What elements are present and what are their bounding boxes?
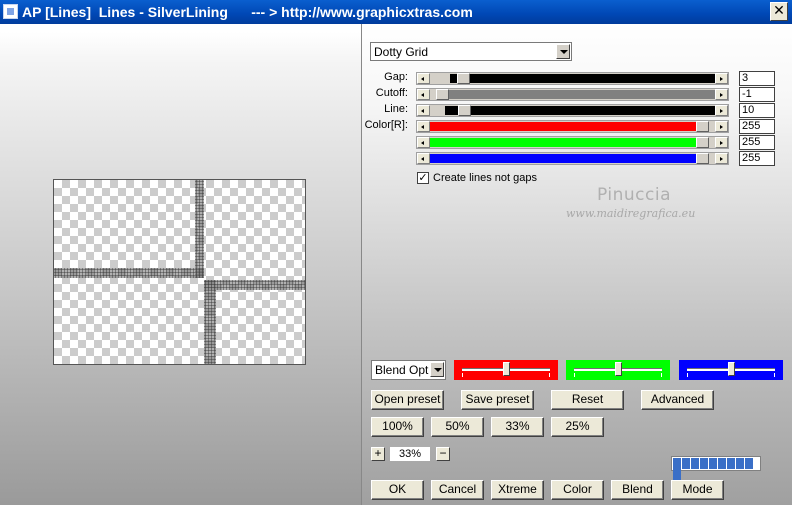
preview-line-vertical-top xyxy=(195,180,204,278)
param-slider[interactable] xyxy=(416,104,729,117)
chevron-down-icon[interactable] xyxy=(556,44,570,59)
arrow-left-icon[interactable] xyxy=(417,137,430,148)
param-value-field[interactable]: 255 xyxy=(739,119,775,134)
zoom-100-button[interactable]: 100% xyxy=(371,417,424,437)
preset-dropdown-value: Dotty Grid xyxy=(374,45,429,59)
open-preset-button[interactable]: Open preset xyxy=(371,390,444,410)
slider-fill xyxy=(430,138,696,147)
title-bar: AP [Lines] Lines - SilverLining --- > ht… xyxy=(0,0,792,24)
watermark-name: Pinuccia xyxy=(597,185,671,205)
arrow-right-icon[interactable] xyxy=(715,73,728,84)
blend-color-slider[interactable] xyxy=(679,360,783,380)
progress-segment xyxy=(718,458,726,469)
controls-pane: Dotty Grid Gap: 3 Cutoff: -1 Line: 10 Color[R]… xyxy=(361,24,792,505)
zoom-out-button[interactable]: − xyxy=(436,447,450,461)
progress-segment xyxy=(709,458,717,469)
zoom-50-button[interactable]: 50% xyxy=(431,417,484,437)
slider-thumb[interactable] xyxy=(436,89,449,100)
slider-thumb[interactable] xyxy=(696,137,709,148)
param-label: Gap: xyxy=(384,71,408,83)
slider-fill xyxy=(430,154,696,163)
progress-segment xyxy=(682,458,690,469)
arrow-right-icon[interactable] xyxy=(715,105,728,116)
slider-thumb[interactable] xyxy=(457,73,470,84)
preview-canvas[interactable] xyxy=(53,179,306,365)
blend-options-value: Blend Optio xyxy=(375,363,429,377)
slider-thumb[interactable] xyxy=(696,153,709,164)
param-value-field[interactable]: 3 xyxy=(739,71,775,86)
color-button[interactable]: Color xyxy=(551,480,604,500)
zoom-33-button[interactable]: 33% xyxy=(491,417,544,437)
preview-line-horizontal-right xyxy=(204,280,305,290)
blend-button[interactable]: Blend xyxy=(611,480,664,500)
zoom-25-button[interactable]: 25% xyxy=(551,417,604,437)
chevron-down-icon[interactable] xyxy=(430,362,444,377)
close-button[interactable]: ✕ xyxy=(770,2,788,21)
param-slider[interactable] xyxy=(416,136,729,149)
slider-fill xyxy=(450,74,715,83)
blend-color-slider[interactable] xyxy=(454,360,558,380)
watermark-url: www.maidiregrafica.eu xyxy=(566,207,696,220)
slider-fill xyxy=(442,90,715,99)
cancel-button[interactable]: Cancel xyxy=(431,480,484,500)
param-value-field[interactable]: 10 xyxy=(739,103,775,118)
window-title: AP [Lines] Lines - SilverLining --- > ht… xyxy=(22,4,473,20)
slider-fill xyxy=(445,106,715,115)
arrow-left-icon[interactable] xyxy=(417,121,430,132)
param-slider[interactable] xyxy=(416,72,729,85)
param-value-field[interactable]: 255 xyxy=(739,135,775,150)
progress-segment xyxy=(745,458,753,469)
slider-thumb[interactable] xyxy=(728,362,735,376)
param-slider[interactable] xyxy=(416,120,729,133)
xtreme-button[interactable]: Xtreme xyxy=(491,480,544,500)
slider-thumb[interactable] xyxy=(458,105,471,116)
mode-button[interactable]: Mode xyxy=(671,480,724,500)
arrow-right-icon[interactable] xyxy=(715,137,728,148)
preview-line-horizontal-left xyxy=(54,268,204,278)
ok-button[interactable]: OK xyxy=(371,480,424,500)
arrow-left-icon[interactable] xyxy=(417,73,430,84)
preview-line-vertical-bottom xyxy=(204,280,216,364)
slider-fill xyxy=(430,122,696,131)
create-lines-label: Create lines not gaps xyxy=(433,172,537,184)
zoom-field[interactable]: 33% xyxy=(390,447,430,461)
preview-pane xyxy=(0,24,361,505)
arrow-left-icon[interactable] xyxy=(417,153,430,164)
arrow-left-icon[interactable] xyxy=(417,105,430,116)
app-icon xyxy=(3,4,18,19)
arrow-right-icon[interactable] xyxy=(715,153,728,164)
progress-segment xyxy=(673,469,681,480)
slider-thumb[interactable] xyxy=(696,121,709,132)
progress-segment xyxy=(727,458,735,469)
zoom-in-button[interactable]: + xyxy=(371,447,385,461)
progress-segment xyxy=(700,458,708,469)
advanced-button[interactable]: Advanced xyxy=(641,390,714,410)
param-slider[interactable] xyxy=(416,152,729,165)
param-label: Cutoff: xyxy=(375,87,408,99)
blend-options-dropdown[interactable]: Blend Optio xyxy=(371,360,446,380)
progress-segment xyxy=(736,458,744,469)
reset-button[interactable]: Reset xyxy=(551,390,624,410)
arrow-left-icon[interactable] xyxy=(417,89,430,100)
param-label: Line: xyxy=(384,103,408,115)
param-value-field[interactable]: 255 xyxy=(739,151,775,166)
param-slider[interactable] xyxy=(416,88,729,101)
arrow-right-icon[interactable] xyxy=(715,121,728,132)
save-preset-button[interactable]: Save preset xyxy=(461,390,534,410)
preset-dropdown[interactable]: Dotty Grid xyxy=(370,42,572,61)
arrow-right-icon[interactable] xyxy=(715,89,728,100)
param-value-field[interactable]: -1 xyxy=(739,87,775,102)
create-lines-checkbox[interactable]: ✓ xyxy=(417,172,429,184)
param-label: Color[R]: xyxy=(364,119,408,131)
progress-bar xyxy=(671,456,761,480)
blend-color-slider[interactable] xyxy=(566,360,670,380)
slider-thumb[interactable] xyxy=(503,362,510,376)
progress-segment xyxy=(673,458,681,469)
slider-thumb[interactable] xyxy=(615,362,622,376)
progress-segment xyxy=(691,458,699,469)
